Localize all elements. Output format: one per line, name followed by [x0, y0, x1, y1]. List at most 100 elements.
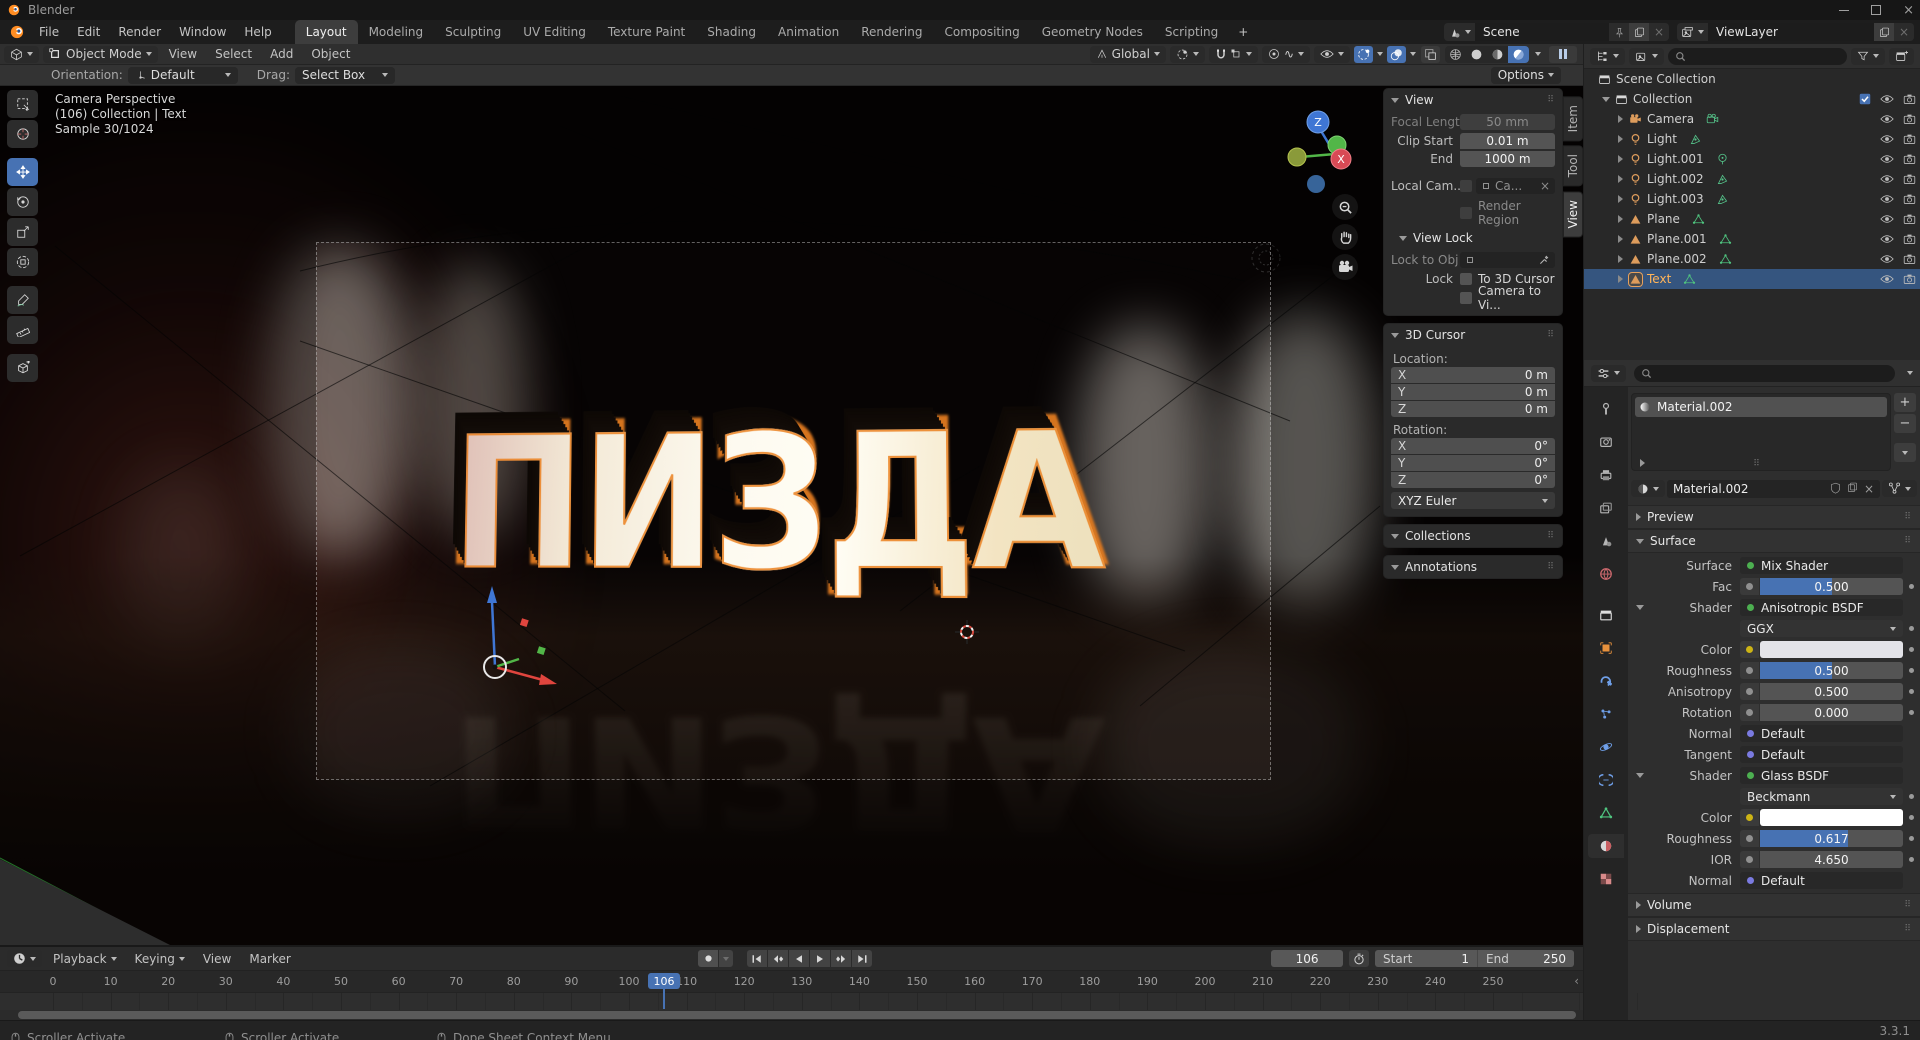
- scene-selector[interactable]: Scene ×: [1444, 23, 1669, 41]
- sidebar-tab-tool[interactable]: Tool: [1563, 145, 1583, 186]
- number-field[interactable]: 0.500: [1760, 683, 1903, 700]
- new-viewlayer-icon[interactable]: [1874, 23, 1894, 41]
- timeline-scrollbar[interactable]: [18, 1011, 1576, 1019]
- sidebar-tab-item[interactable]: Item: [1563, 96, 1583, 141]
- show-gizmo-toggle[interactable]: [1354, 46, 1373, 63]
- vector-field[interactable]: Default: [1740, 872, 1903, 889]
- text-object[interactable]: ПИЗДА ПИЗДА ПИЗДА ПИЗДА: [408, 338, 1128, 698]
- viewport-menu-object[interactable]: Object: [302, 47, 359, 61]
- jump-end-button[interactable]: [852, 950, 872, 967]
- proportional-editing-controls[interactable]: ∿: [1262, 46, 1310, 63]
- properties-tab-physics[interactable]: [1588, 735, 1624, 759]
- play-reverse-button[interactable]: [789, 950, 809, 967]
- tool-add-cube[interactable]: [7, 354, 38, 382]
- section-displacement[interactable]: Displacement⠿: [1628, 917, 1920, 941]
- outliner-row-camera[interactable]: Camera: [1584, 109, 1920, 129]
- timeline-menu-marker[interactable]: Marker: [240, 952, 299, 966]
- properties-tab-render[interactable]: [1588, 430, 1624, 454]
- timeline-menu-keying[interactable]: Keying: [126, 952, 194, 966]
- slot-grip[interactable]: ⠿: [1753, 459, 1760, 469]
- outliner-filter-view-dropdown[interactable]: [1629, 48, 1664, 65]
- hide-viewport-icon[interactable]: [1880, 213, 1894, 225]
- properties-editor-type-button[interactable]: [1591, 365, 1626, 382]
- menu-render[interactable]: Render: [109, 25, 170, 39]
- clear-icon[interactable]: ×: [1540, 179, 1550, 193]
- hide-viewport-icon[interactable]: [1880, 233, 1894, 245]
- cursor-location-y-field[interactable]: Y0 m: [1391, 384, 1555, 400]
- timeline-menu-view[interactable]: View: [194, 952, 240, 966]
- use-preview-range-button[interactable]: [1349, 950, 1369, 967]
- shader-field[interactable]: Anisotropic BSDF: [1740, 599, 1903, 616]
- number-field[interactable]: 0.000: [1760, 704, 1903, 721]
- editor-type-button[interactable]: [4, 46, 39, 63]
- eyedropper-icon[interactable]: [1539, 254, 1550, 265]
- outliner-row-light.003[interactable]: Light.003: [1584, 189, 1920, 209]
- outliner-search-field[interactable]: [1668, 48, 1847, 65]
- collection-checkbox[interactable]: [1859, 93, 1871, 105]
- outliner-row-text[interactable]: Text: [1584, 269, 1920, 289]
- workspace-tab-sculpting[interactable]: Sculpting: [434, 20, 512, 44]
- enum-dropdown[interactable]: Beckmann: [1740, 788, 1903, 805]
- properties-tab-constraints[interactable]: [1588, 768, 1624, 792]
- section-preview[interactable]: Preview⠿: [1628, 505, 1920, 529]
- cursor-location-z-field[interactable]: Z0 m: [1391, 401, 1555, 417]
- tool-annotate[interactable]: [7, 286, 38, 314]
- camera-view-icon[interactable]: [1332, 254, 1358, 280]
- outliner-row-light.002[interactable]: Light.002: [1584, 169, 1920, 189]
- tool-cursor[interactable]: [7, 120, 38, 148]
- outliner-row-collection[interactable]: Collection: [1584, 89, 1920, 109]
- cursor-rotation-x-field[interactable]: X0°: [1391, 438, 1555, 454]
- playhead-line[interactable]: [663, 989, 665, 1009]
- workspace-tab-texture-paint[interactable]: Texture Paint: [597, 20, 696, 44]
- timeline-menu-playback[interactable]: Playback: [44, 952, 126, 966]
- hide-viewport-icon[interactable]: [1880, 173, 1894, 185]
- shader-field[interactable]: Glass BSDF: [1740, 767, 1903, 784]
- prev-keyframe-button[interactable]: [768, 950, 788, 967]
- cursor-rotation-z-field[interactable]: Z0°: [1391, 472, 1555, 488]
- next-keyframe-button[interactable]: [831, 950, 851, 967]
- vector-field[interactable]: Default: [1740, 725, 1903, 742]
- workspace-tab-layout[interactable]: Layout: [295, 20, 358, 44]
- clip-end-field[interactable]: 1000 m: [1460, 151, 1555, 167]
- node-tree-button[interactable]: [1882, 480, 1917, 497]
- properties-tab-particles[interactable]: [1588, 702, 1624, 726]
- disable-render-icon[interactable]: [1903, 93, 1916, 106]
- outliner-row-plane[interactable]: Plane: [1584, 209, 1920, 229]
- fake-user-shield-icon[interactable]: [1830, 482, 1841, 496]
- properties-search-field[interactable]: [1634, 365, 1895, 382]
- auto-keying-button[interactable]: [698, 950, 718, 967]
- disable-render-icon[interactable]: [1903, 193, 1916, 206]
- outliner-row-plane.002[interactable]: Plane.002: [1584, 249, 1920, 269]
- menu-help[interactable]: Help: [235, 25, 280, 39]
- timeline-ruler[interactable]: 0102030405060708090100110120130140150160…: [0, 970, 1583, 993]
- material-slot-list[interactable]: Material.002 ⠿: [1631, 393, 1891, 471]
- properties-tab-material[interactable]: [1588, 834, 1624, 858]
- browse-material-button[interactable]: [1631, 480, 1665, 497]
- timeline-track-area[interactable]: [0, 992, 1583, 1010]
- number-field[interactable]: 4.650: [1760, 851, 1903, 868]
- current-frame-field[interactable]: 106: [1271, 950, 1343, 967]
- tool-measure[interactable]: [7, 316, 38, 344]
- outliner-display-mode-dropdown[interactable]: [1590, 48, 1625, 65]
- pivot-point-dropdown[interactable]: [1170, 46, 1205, 63]
- properties-tab-data[interactable]: [1588, 801, 1624, 825]
- outliner-row-scene-collection[interactable]: Scene Collection: [1584, 69, 1920, 89]
- minimize-button[interactable]: [1839, 10, 1849, 11]
- remove-viewlayer-icon[interactable]: ×: [1894, 23, 1914, 41]
- material-name-field[interactable]: Material.002 ×: [1667, 480, 1880, 498]
- tool-box-select[interactable]: [7, 90, 38, 118]
- workspace-tab-scripting[interactable]: Scripting: [1154, 20, 1229, 44]
- viewport-menu-select[interactable]: Select: [206, 47, 261, 61]
- playhead-label[interactable]: 106: [648, 973, 680, 989]
- viewport-menu-add[interactable]: Add: [261, 47, 302, 61]
- jump-start-button[interactable]: [747, 950, 767, 967]
- workspace-tab-rendering[interactable]: Rendering: [850, 20, 933, 44]
- remove-slot-button[interactable]: −: [1894, 414, 1916, 433]
- add-slot-button[interactable]: +: [1894, 393, 1916, 412]
- tool-rotate[interactable]: [7, 188, 38, 216]
- workspace-tab-shading[interactable]: Shading: [696, 20, 767, 44]
- slider-field[interactable]: 0.617: [1760, 830, 1903, 847]
- hide-viewport-icon[interactable]: [1880, 153, 1894, 165]
- cursor-panel-header[interactable]: 3D Cursor⠿: [1384, 324, 1562, 346]
- mode-dropdown[interactable]: Object Mode: [43, 46, 158, 63]
